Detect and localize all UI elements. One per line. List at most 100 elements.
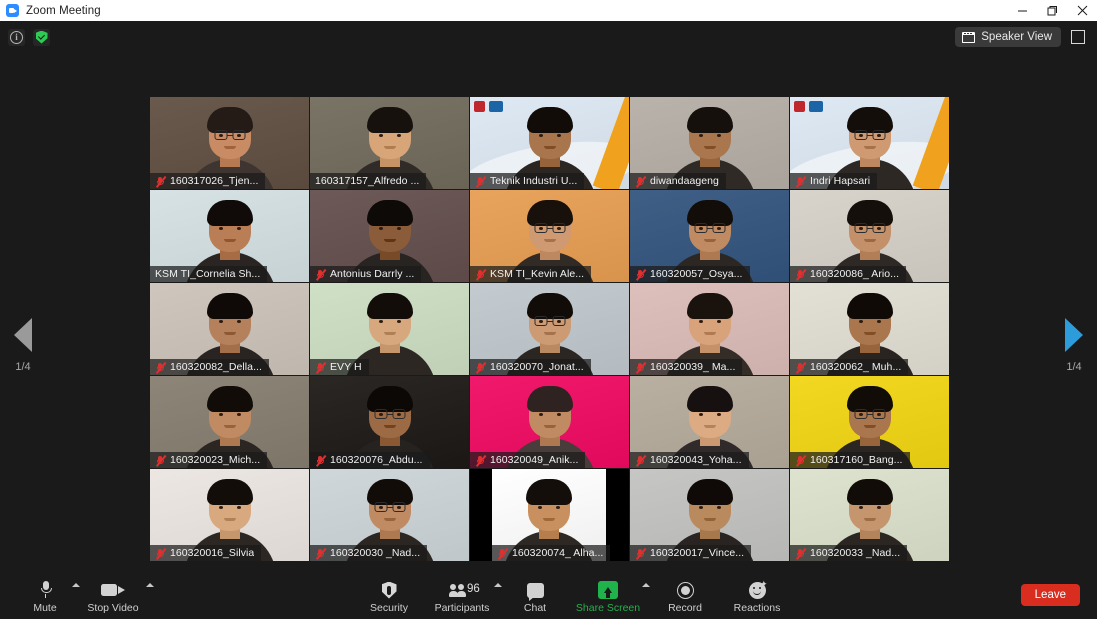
participant-tile[interactable]: KSM TI_Cornelia Sh... bbox=[150, 190, 309, 282]
participant-name: 160320082_Della... bbox=[170, 361, 262, 373]
mic-muted-icon bbox=[155, 361, 167, 374]
participant-name-bar: 160317160_Bang... bbox=[790, 452, 910, 468]
participant-name: 160317157_Alfredo ... bbox=[315, 175, 420, 187]
participant-name: 160320057_Osya... bbox=[650, 268, 743, 280]
mute-button[interactable]: Mute bbox=[14, 576, 80, 614]
participant-name-bar: Indri Hapsari bbox=[790, 173, 878, 189]
mic-muted-icon bbox=[795, 454, 807, 467]
participant-name-bar: Antonius Darrly ... bbox=[310, 266, 422, 282]
record-icon bbox=[676, 581, 694, 599]
chat-bubble-icon bbox=[526, 582, 544, 601]
participant-name: 160317026_Tjen... bbox=[170, 175, 259, 187]
mic-muted-icon bbox=[315, 361, 327, 374]
participant-tile[interactable]: 160320023_Mich... bbox=[150, 376, 309, 468]
speaker-view-toggle[interactable]: Speaker View bbox=[955, 27, 1061, 47]
participant-tile[interactable]: 160320082_Della... bbox=[150, 283, 309, 375]
participants-button[interactable]: 96 Participants bbox=[420, 576, 504, 614]
chat-label: Chat bbox=[523, 602, 547, 614]
mic-muted-icon bbox=[155, 175, 167, 188]
participant-tile[interactable]: KSM TI_Kevin Ale... bbox=[470, 190, 629, 282]
participant-name: 160320049_Anik... bbox=[490, 454, 579, 466]
participant-name-bar: 160320017_Vince... bbox=[630, 545, 752, 561]
participant-tile[interactable]: 160317157_Alfredo ... bbox=[310, 97, 469, 189]
participant-name-bar: 160320030 _Nad... bbox=[310, 545, 428, 561]
stop-video-label: Stop Video bbox=[87, 602, 139, 614]
participant-tile[interactable]: 160320043_Yoha... bbox=[630, 376, 789, 468]
record-button[interactable]: Record bbox=[650, 576, 720, 614]
meeting-info-button[interactable]: i bbox=[8, 28, 25, 46]
participant-tile[interactable]: 160320049_Anik... bbox=[470, 376, 629, 468]
participant-name: 160317160_Bang... bbox=[810, 454, 903, 466]
participant-tile[interactable]: 160320062_ Muh... bbox=[790, 283, 949, 375]
participant-tile[interactable]: 160320074_ Alha... bbox=[470, 469, 629, 561]
chevron-right-icon bbox=[1065, 318, 1083, 352]
participant-tile[interactable]: 160320030 _Nad... bbox=[310, 469, 469, 561]
share-screen-button[interactable]: Share Screen bbox=[566, 576, 650, 614]
previous-page-button[interactable]: 1/4 bbox=[0, 53, 46, 573]
participant-tile[interactable]: 160317160_Bang... bbox=[790, 376, 949, 468]
stop-video-button[interactable]: Stop Video bbox=[76, 576, 154, 614]
mic-muted-icon bbox=[315, 268, 327, 281]
participant-tile[interactable]: 160320033 _Nad... bbox=[790, 469, 949, 561]
participant-name-bar: EVY H bbox=[310, 359, 369, 375]
participant-tile[interactable]: 160317026_Tjen... bbox=[150, 97, 309, 189]
close-button[interactable] bbox=[1067, 0, 1097, 21]
previous-page-label: 1/4 bbox=[15, 361, 31, 373]
people-icon: 96 bbox=[448, 583, 480, 598]
participant-name: 160320017_Vince... bbox=[650, 547, 745, 559]
participant-name-bar: 160320023_Mich... bbox=[150, 452, 268, 468]
speaker-view-icon bbox=[962, 31, 976, 43]
minimize-button[interactable] bbox=[1007, 0, 1037, 21]
mic-muted-icon bbox=[635, 454, 647, 467]
participant-tile[interactable]: EVY H bbox=[310, 283, 469, 375]
leave-meeting-button[interactable]: Leave bbox=[1020, 584, 1080, 606]
participant-name-bar: 160320062_ Muh... bbox=[790, 359, 909, 375]
camera-icon bbox=[101, 583, 125, 597]
participant-tile[interactable]: Indri Hapsari bbox=[790, 97, 949, 189]
participant-tile[interactable]: Teknik Industri U... bbox=[470, 97, 629, 189]
participant-name-bar: 160320070_Jonat... bbox=[470, 359, 591, 375]
participant-tile[interactable]: 160320016_Silvia bbox=[150, 469, 309, 561]
security-label: Security bbox=[370, 602, 408, 614]
video-options-caret-icon[interactable] bbox=[146, 583, 154, 587]
participant-tile[interactable]: Antonius Darrly ... bbox=[310, 190, 469, 282]
participant-name-bar: 160320016_Silvia bbox=[150, 545, 262, 561]
participant-name-bar: 160320074_ Alha... bbox=[492, 545, 611, 561]
view-controls: Speaker View bbox=[955, 21, 1089, 53]
next-page-button[interactable]: 1/4 bbox=[1051, 53, 1097, 573]
mic-muted-icon bbox=[795, 547, 807, 560]
participant-name: 160320070_Jonat... bbox=[490, 361, 584, 373]
participant-tile[interactable]: 160320057_Osya... bbox=[630, 190, 789, 282]
encryption-status-button[interactable] bbox=[33, 28, 50, 46]
participant-tile[interactable]: 160320039_ Ma... bbox=[630, 283, 789, 375]
participants-count: 96 bbox=[467, 582, 480, 595]
maximize-restore-button[interactable] bbox=[1037, 0, 1067, 21]
mic-muted-icon bbox=[475, 361, 487, 374]
participant-name: 160320062_ Muh... bbox=[810, 361, 902, 373]
participant-name: KSM TI_Cornelia Sh... bbox=[155, 268, 261, 280]
participant-tile[interactable]: 160320086_ Ario... bbox=[790, 190, 949, 282]
participant-tile[interactable]: 160320070_Jonat... bbox=[470, 283, 629, 375]
chat-button[interactable]: Chat bbox=[504, 576, 566, 614]
reactions-button[interactable]: ✦ Reactions bbox=[720, 576, 794, 614]
security-button[interactable]: Security bbox=[358, 576, 420, 614]
participant-name: diwandaageng bbox=[650, 175, 719, 187]
participant-name-bar: 160320076_Abdu... bbox=[310, 452, 430, 468]
participant-name: Indri Hapsari bbox=[810, 175, 871, 187]
participants-label: Participants bbox=[434, 602, 490, 614]
shield-icon bbox=[381, 581, 397, 599]
mic-muted-icon bbox=[795, 175, 807, 188]
record-label: Record bbox=[668, 602, 702, 614]
speaker-view-label: Speaker View bbox=[981, 31, 1052, 43]
participant-tile[interactable]: 160320017_Vince... bbox=[630, 469, 789, 561]
enter-fullscreen-icon[interactable] bbox=[1067, 26, 1089, 48]
window-title: Zoom Meeting bbox=[26, 4, 101, 17]
window-controls bbox=[1007, 0, 1097, 21]
participants-caret-icon[interactable] bbox=[494, 583, 502, 587]
participant-name-bar: KSM TI_Cornelia Sh... bbox=[150, 266, 268, 282]
participant-tile[interactable]: 160320076_Abdu... bbox=[310, 376, 469, 468]
participant-name-bar: diwandaageng bbox=[630, 173, 726, 189]
participant-tile[interactable]: diwandaageng bbox=[630, 97, 789, 189]
participant-name: 160320039_ Ma... bbox=[650, 361, 736, 373]
share-options-caret-icon[interactable] bbox=[642, 583, 650, 587]
